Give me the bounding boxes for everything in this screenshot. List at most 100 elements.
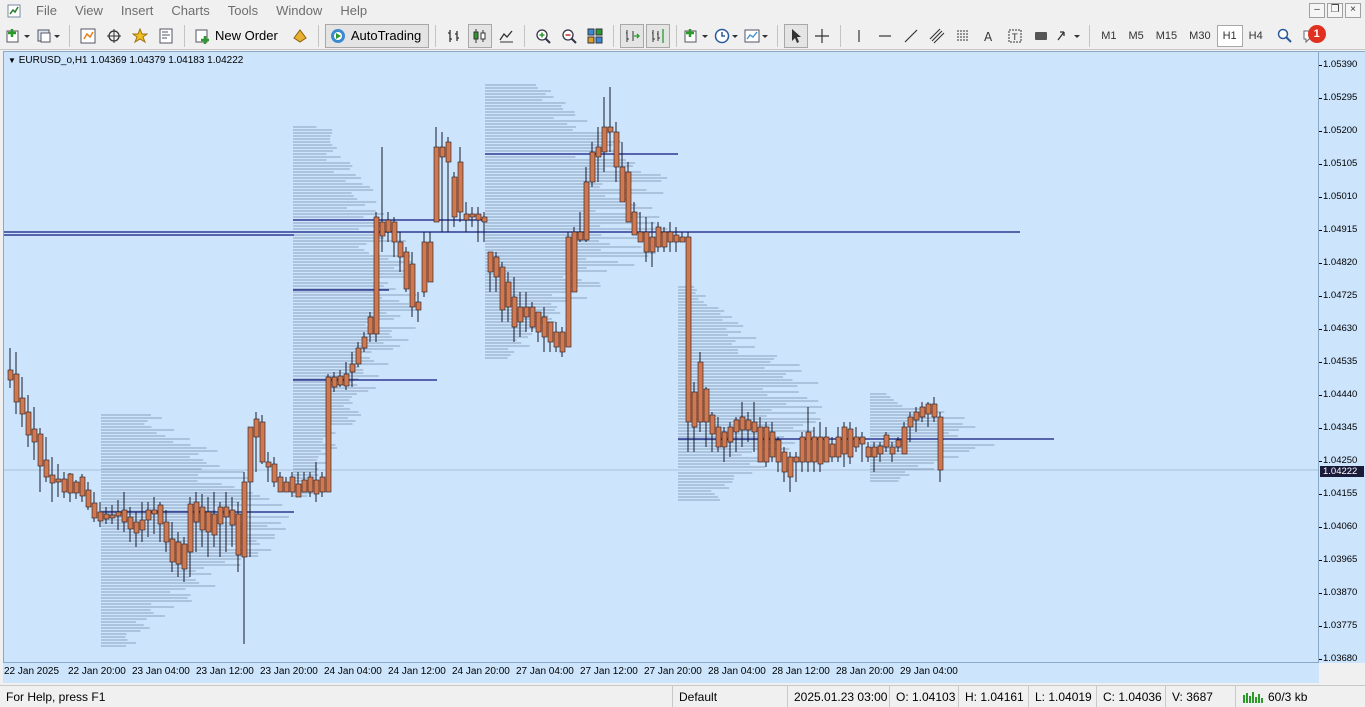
price-tick bbox=[1319, 395, 1322, 396]
auto-scroll-icon[interactable] bbox=[620, 23, 645, 48]
cursor-icon[interactable] bbox=[784, 23, 809, 48]
text-label-icon[interactable]: T bbox=[1003, 24, 1027, 48]
timeframe-m1[interactable]: M1 bbox=[1095, 25, 1122, 47]
candlestick-chart-icon[interactable] bbox=[468, 23, 493, 48]
rectangle-icon[interactable] bbox=[1029, 24, 1053, 48]
bear-candle bbox=[787, 456, 794, 478]
new-chart-button[interactable] bbox=[5, 24, 33, 48]
horizontal-line-icon[interactable] bbox=[873, 24, 897, 48]
price-tick bbox=[1319, 626, 1322, 627]
timeframe-h4[interactable]: H4 bbox=[1243, 25, 1269, 47]
search-icon[interactable] bbox=[1273, 24, 1297, 48]
bar-chart-icon[interactable] bbox=[442, 24, 466, 48]
bear-candle bbox=[505, 281, 512, 308]
menu-help[interactable]: Help bbox=[331, 0, 376, 22]
minimize-button[interactable]: – bbox=[1309, 3, 1325, 18]
time-label: 27 Jan 04:00 bbox=[516, 666, 574, 677]
new-order-button[interactable]: New Order bbox=[191, 24, 286, 48]
bear-candle bbox=[355, 347, 362, 365]
time-label: 23 Jan 12:00 bbox=[196, 666, 254, 677]
time-label: 24 Jan 20:00 bbox=[452, 666, 510, 677]
arrows-icon[interactable] bbox=[1055, 24, 1083, 48]
periods-icon[interactable] bbox=[713, 24, 741, 48]
notification-badge: 1 bbox=[1307, 24, 1326, 43]
price-tick bbox=[1319, 197, 1322, 198]
crosshair-icon[interactable] bbox=[810, 24, 834, 48]
bear-candle bbox=[823, 436, 830, 463]
fibonacci-icon[interactable] bbox=[951, 24, 975, 48]
connection-status[interactable]: 60/3 kb bbox=[1235, 685, 1365, 707]
bear-candle bbox=[445, 141, 452, 163]
autotrading-label: AutoTrading bbox=[350, 28, 422, 43]
restore-button[interactable]: ❐ bbox=[1327, 3, 1343, 18]
menu-window[interactable]: Window bbox=[267, 0, 331, 22]
bar-datetime: 2025.01.23 03:00 bbox=[787, 685, 889, 707]
close-button[interactable]: × bbox=[1345, 3, 1361, 18]
price-label: 1.05010 bbox=[1323, 191, 1358, 202]
tile-windows-icon[interactable] bbox=[583, 24, 607, 48]
line-chart-icon[interactable] bbox=[494, 24, 518, 48]
trendline-icon[interactable] bbox=[899, 24, 923, 48]
bar-open: O: 1.04103 bbox=[889, 685, 958, 707]
bear-candle bbox=[697, 361, 704, 423]
bear-candle bbox=[115, 511, 122, 517]
notifications-button[interactable]: 1 bbox=[1299, 24, 1326, 48]
bear-candle bbox=[937, 416, 944, 471]
price-chart[interactable] bbox=[4, 52, 1319, 663]
bear-candle bbox=[463, 213, 470, 221]
bear-candle bbox=[259, 421, 266, 463]
bear-candle bbox=[367, 316, 374, 335]
chart-window[interactable]: ▼ EURUSD_o,H1 1.04369 1.04379 1.04183 1.… bbox=[3, 51, 1319, 663]
time-axis[interactable]: 22 Jan 2025 22 Jan 20:00 23 Jan 04:00 23 Ja… bbox=[3, 663, 1319, 683]
collapse-triangle-icon[interactable]: ▼ bbox=[8, 56, 16, 65]
chart-shift-icon[interactable] bbox=[646, 23, 671, 48]
vertical-line-icon[interactable] bbox=[847, 24, 871, 48]
templates-icon[interactable] bbox=[743, 24, 771, 48]
menu-insert[interactable]: Insert bbox=[112, 0, 163, 22]
timeframe-m15[interactable]: M15 bbox=[1150, 25, 1183, 47]
equidistant-channel-icon[interactable] bbox=[925, 24, 949, 48]
toolbar-separator bbox=[840, 24, 842, 47]
autotrading-button[interactable]: AutoTrading bbox=[324, 23, 430, 48]
bear-candle bbox=[247, 426, 254, 483]
help-text: For Help, press F1 bbox=[6, 689, 106, 704]
toolbar-separator bbox=[69, 24, 70, 47]
price-label: 1.05200 bbox=[1323, 125, 1358, 136]
price-axis[interactable]: 1.05390 1.05295 1.05200 1.05105 1.05010 1.049… bbox=[1319, 51, 1365, 664]
menu-view[interactable]: View bbox=[66, 0, 112, 22]
timeframe-m30[interactable]: M30 bbox=[1183, 25, 1216, 47]
zoom-in-icon[interactable] bbox=[531, 24, 555, 48]
bear-candle bbox=[913, 411, 920, 421]
timeframe-m5[interactable]: M5 bbox=[1122, 25, 1149, 47]
meta-editor-icon[interactable] bbox=[288, 24, 312, 48]
profiles-button[interactable] bbox=[35, 24, 63, 48]
bear-candle bbox=[229, 509, 236, 526]
zoom-out-icon[interactable] bbox=[557, 24, 581, 48]
price-label: 1.03870 bbox=[1323, 587, 1358, 598]
toolbar-separator bbox=[1089, 24, 1091, 47]
data-window-icon[interactable] bbox=[102, 24, 126, 48]
bear-candle bbox=[577, 231, 584, 241]
text-icon[interactable]: A bbox=[977, 24, 1001, 48]
price-label: 1.04820 bbox=[1323, 257, 1358, 268]
menu-tools[interactable]: Tools bbox=[219, 0, 267, 22]
navigator-icon[interactable] bbox=[128, 24, 152, 48]
price-label: 1.04725 bbox=[1323, 290, 1358, 301]
terminal-icon[interactable] bbox=[154, 24, 178, 48]
bear-candle bbox=[553, 331, 560, 348]
market-watch-icon[interactable] bbox=[76, 24, 100, 48]
menu-charts[interactable]: Charts bbox=[162, 0, 218, 22]
bear-candle bbox=[571, 231, 578, 293]
time-label: 28 Jan 04:00 bbox=[708, 666, 766, 677]
bear-candle bbox=[763, 426, 770, 463]
profile-name: Default bbox=[672, 685, 787, 707]
indicators-icon[interactable] bbox=[683, 24, 711, 48]
bear-candle bbox=[751, 421, 758, 433]
main-toolbar: New Order AutoTrading A T M1 M5 M15 M30 … bbox=[0, 22, 1365, 50]
menu-file[interactable]: File bbox=[27, 0, 66, 22]
bear-candle bbox=[703, 388, 710, 423]
price-tick bbox=[1319, 263, 1322, 264]
timeframe-h1[interactable]: H1 bbox=[1216, 24, 1243, 47]
bear-candle bbox=[817, 436, 824, 465]
bear-candle bbox=[409, 263, 416, 308]
